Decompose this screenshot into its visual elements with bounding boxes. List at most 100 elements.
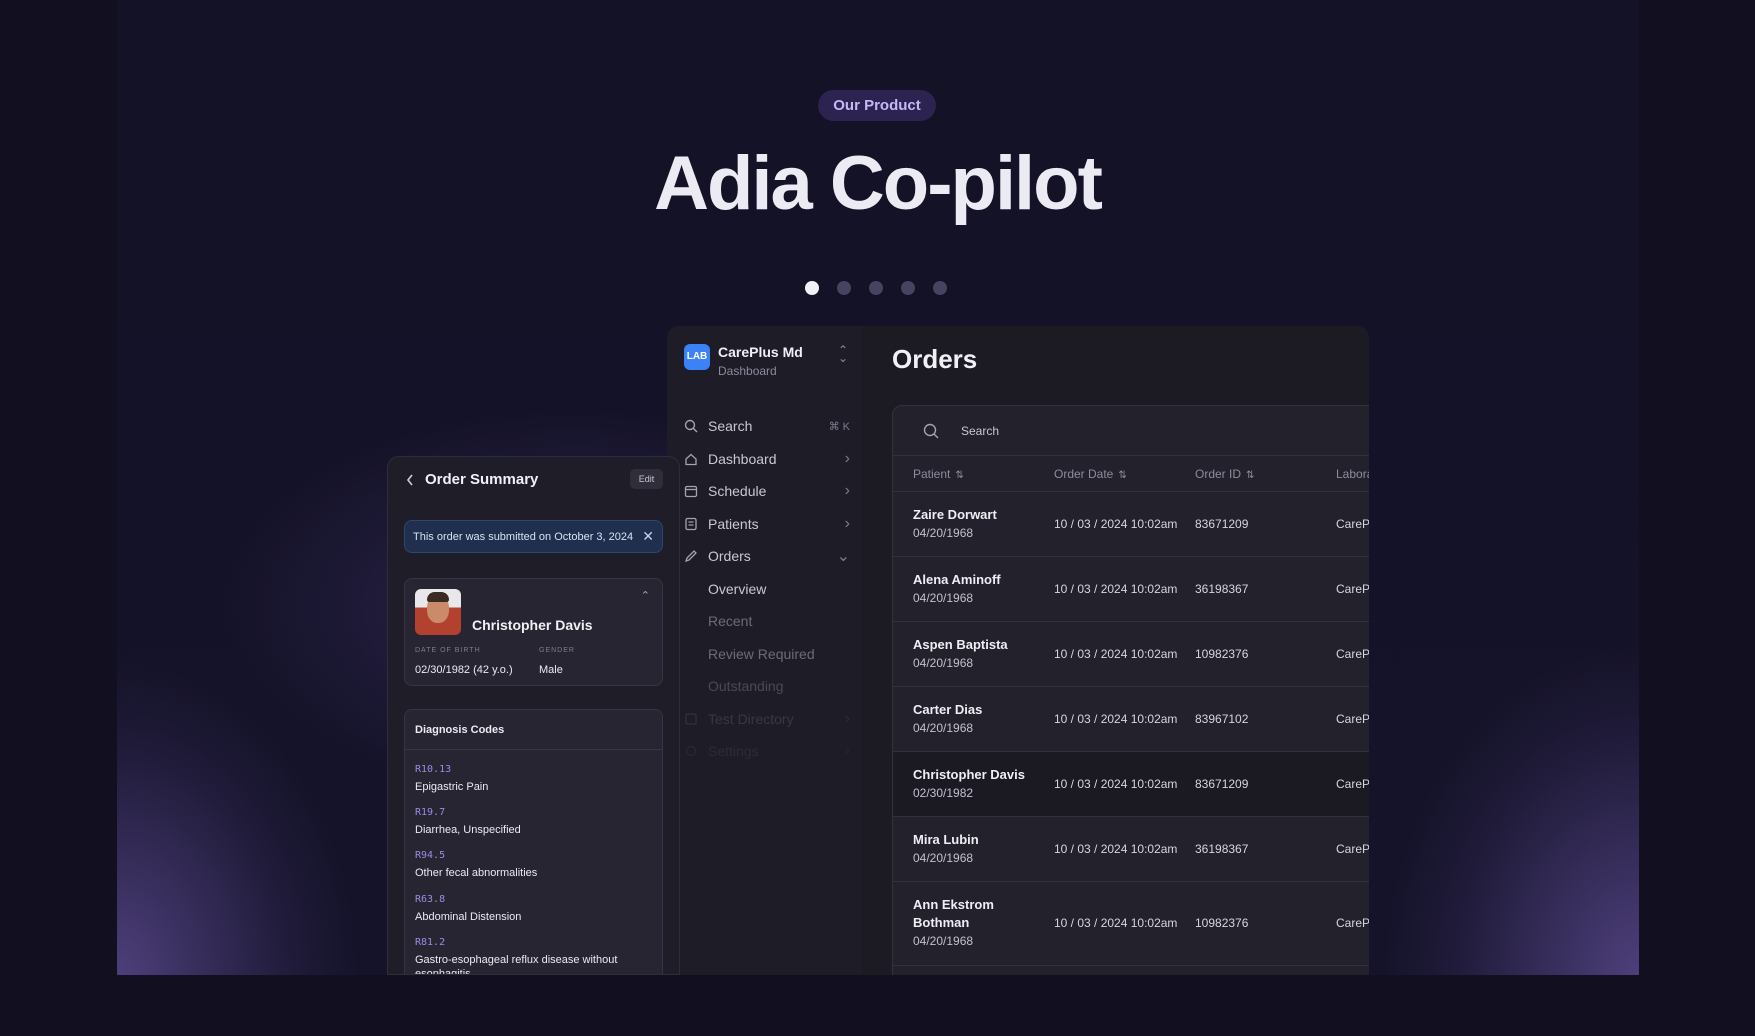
sidebar-item-label: Patients [708, 515, 759, 532]
patient-name: Mira Lubin 04/20/1968 [913, 831, 979, 867]
patient-name-text: Alena Aminoff [913, 572, 1001, 587]
diagnosis-item: R19.7 Diarrhea, Unspecified [415, 807, 655, 837]
laboratory: CareP [1336, 647, 1369, 661]
carousel-dot-1[interactable] [805, 281, 819, 295]
brand-logo: LAB [684, 344, 710, 370]
chevron-right-icon: › [844, 709, 850, 727]
patient-name: Christopher Davis 02/30/1982 [913, 766, 1025, 802]
carousel-dot-2[interactable] [837, 281, 851, 295]
carousel-dots [805, 281, 947, 295]
patient-dob: 04/20/1968 [913, 526, 974, 540]
patient-dob: 04/20/1968 [913, 721, 974, 735]
search-icon [684, 420, 698, 433]
app-window: LAB CarePlus Md Dashboard ⌃ ⌄ Search ⌘ K … [667, 326, 1369, 975]
diagnosis-item: R10.13 Epigastric Pain [415, 764, 655, 794]
patient-card: Christopher Davis ⌃ DATE OF BIRTH GENDER… [404, 578, 663, 686]
sidebar: LAB CarePlus Md Dashboard ⌃ ⌄ Search ⌘ K … [667, 326, 862, 975]
table-row-selected[interactable]: Christopher Davis 02/30/1982 10 / 03 / 20… [893, 752, 1369, 817]
diagnosis-desc: Abdominal Distension [415, 911, 522, 923]
sidebar-item-orders[interactable]: Orders ⌄ [684, 540, 850, 573]
column-header-patient[interactable]: Patient ⇅ [913, 467, 964, 481]
sidebar-item-label: Orders [708, 548, 751, 565]
chevron-right-icon: › [844, 449, 850, 467]
sidebar-item-schedule[interactable]: Schedule › [684, 475, 850, 508]
column-label: Patient [913, 466, 951, 481]
patient-name-text: Christopher Davis [913, 767, 1025, 782]
table-header: Patient ⇅ Order Date ⇅ Order ID ⇅ Labora [893, 456, 1369, 492]
sidebar-subitem-label: Overview [708, 580, 767, 597]
sort-icon: ⇅ [1246, 469, 1255, 481]
table-row[interactable]: Aspen Baptista 04/20/1968 10 / 03 / 2024 … [893, 622, 1369, 687]
carousel-dot-5[interactable] [933, 281, 947, 295]
column-header-order-date[interactable]: Order Date ⇅ [1054, 467, 1127, 481]
carousel-dot-4[interactable] [901, 281, 915, 295]
pen-icon [684, 550, 697, 563]
sidebar-item-test-directory[interactable]: Test Directory › [684, 703, 850, 736]
sidebar-search[interactable]: Search ⌘ K [684, 410, 850, 443]
sidebar-subitem-overview[interactable]: Overview [684, 573, 850, 606]
search-icon [923, 423, 939, 438]
table-row[interactable]: Alena Aminoff 04/20/1968 10 / 03 / 2024 1… [893, 557, 1369, 622]
order-date: 10 / 03 / 2024 10:02am [1054, 916, 1178, 930]
sidebar-item-patients[interactable]: Patients › [684, 508, 850, 541]
sidebar-item-settings[interactable]: Settings › [684, 735, 850, 768]
sidebar-subitem-label: Review Required [708, 645, 815, 662]
diagnosis-item: R81.2 Gastro-esophageal reflux disease w… [415, 937, 655, 974]
laboratory: CareP [1336, 916, 1369, 930]
close-icon[interactable]: ✕ [642, 528, 654, 545]
sidebar-item-label: Dashboard [708, 450, 777, 467]
back-arrow-icon[interactable] [405, 473, 415, 487]
order-id: 36198367 [1195, 582, 1249, 596]
table-row[interactable]: Mira Lubin 04/20/1968 10 / 03 / 2024 10:0… [893, 817, 1369, 882]
sidebar-subitem-review-required[interactable]: Review Required [684, 638, 850, 671]
patient-dob: 04/20/1968 [913, 656, 974, 670]
patient-dob: 02/30/1982 [913, 786, 974, 800]
column-header-laboratory[interactable]: Labora [1336, 467, 1369, 481]
chevron-right-icon: › [844, 514, 850, 532]
laboratory: CareP [1336, 582, 1369, 596]
diagnosis-code: R94.5 [415, 850, 446, 861]
column-label: Labora [1336, 466, 1369, 481]
patient-name-text: Ann Ekstrom [913, 897, 994, 912]
sidebar-subitem-outstanding[interactable]: Outstanding [684, 670, 850, 703]
brand-subtitle: Dashboard [718, 364, 777, 378]
table-search[interactable]: Search [893, 406, 1369, 456]
carousel-dot-3[interactable] [869, 281, 883, 295]
workspace-switcher[interactable]: LAB CarePlus Md Dashboard [684, 344, 803, 378]
table-row[interactable]: Carter Dias 04/20/1968 10 / 03 / 2024 10:… [893, 687, 1369, 752]
order-id: 83671209 [1195, 777, 1249, 791]
orders-table: Search Patient ⇅ Order Date ⇅ Order ID ⇅ La… [892, 405, 1369, 975]
order-id: 10982376 [1195, 916, 1249, 930]
patient-dob: 04/20/1968 [913, 851, 974, 865]
patient-name: Aspen Baptista 04/20/1968 [913, 636, 1008, 672]
sidebar-item-label: Test Directory [708, 710, 794, 727]
patient-name-text: Aspen Baptista [913, 637, 1008, 652]
order-date: 10 / 03 / 2024 10:02am [1054, 712, 1178, 726]
patient-name: Carter Dias 04/20/1968 [913, 701, 982, 737]
diagnosis-desc: Epigastric Pain [415, 781, 489, 793]
edit-button[interactable]: Edit [630, 469, 663, 489]
diagnosis-code: R63.8 [415, 894, 446, 905]
sidebar-subitem-recent[interactable]: Recent [684, 605, 850, 638]
order-summary-panel: Order Summary Edit This order was submit… [387, 456, 680, 975]
chevron-up-icon[interactable]: ⌃ [641, 589, 650, 602]
search-input[interactable]: Search [961, 424, 999, 438]
gender-label: GENDER [539, 647, 575, 654]
sidebar-search-label: Search [708, 418, 753, 435]
patient-name-text: Zaire Dorwart [913, 507, 997, 522]
chevron-up-down-icon[interactable]: ⌃ ⌄ [838, 344, 848, 364]
laboratory: CareP [1336, 517, 1369, 531]
column-label: Order Date [1054, 466, 1114, 481]
notice-text: This order was submitted on October 3, 2… [413, 530, 634, 543]
order-date: 10 / 03 / 2024 10:02am [1054, 777, 1178, 791]
sort-icon: ⇅ [1118, 469, 1127, 481]
diagnosis-code: R81.2 [415, 937, 446, 948]
patient-name-text: Bothman [913, 915, 970, 930]
table-row[interactable]: Zaire Dorwart 04/20/1968 10 / 03 / 2024 1… [893, 492, 1369, 557]
table-row[interactable]: Ann Ekstrom Bothman 04/20/1968 10 / 03 / 2… [893, 882, 1369, 966]
submitted-notice: This order was submitted on October 3, 2… [404, 520, 663, 553]
sidebar-item-label: Schedule [708, 483, 767, 500]
patient-dob: 04/20/1968 [913, 934, 974, 948]
column-header-order-id[interactable]: Order ID ⇅ [1195, 467, 1254, 481]
sidebar-item-dashboard[interactable]: Dashboard › [684, 443, 850, 476]
